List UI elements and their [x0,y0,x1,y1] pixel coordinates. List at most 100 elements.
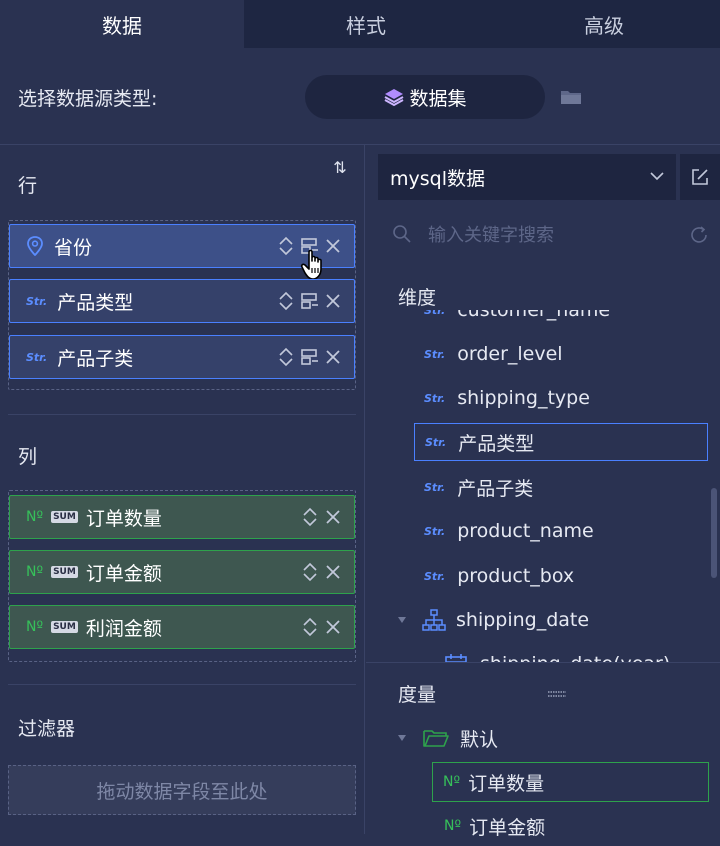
rows-title: 行 [18,175,38,197]
field-label: 订单数量 [85,507,162,530]
field-actions [276,336,342,378]
drop-placeholder: 拖动数据字段至此处 [96,780,268,803]
field-label: 省份 [54,236,93,259]
close-icon[interactable] [324,563,342,581]
number-type-icon: Nº [26,619,44,635]
tab-advanced[interactable]: 高级 [488,0,720,48]
sort-toggle-icon[interactable] [276,346,296,368]
list-item[interactable]: Str. 产品子类 [424,467,533,507]
list-item-hierarchy[interactable]: shipping_date [396,600,589,640]
field-label: 产品类型 [57,291,134,314]
close-icon[interactable] [324,348,342,366]
folder-icon [561,91,581,104]
list-item[interactable]: shipping_date(year) [444,644,670,662]
hierarchy-tree-icon [422,609,446,631]
list-item-selected[interactable]: Str. 产品类型 [414,423,708,461]
dimensions-scrollbar[interactable] [711,488,717,578]
layers-icon [384,89,404,107]
location-pin-icon [27,236,43,256]
dataset-select[interactable]: mysql数据 [378,154,676,200]
list-item[interactable]: Str. product_name [424,511,594,551]
columns-title: 列 [18,446,38,468]
search-placeholder: 输入关键字搜索 [428,225,554,246]
sort-toggle-icon[interactable] [300,561,320,583]
sort-toggle-icon[interactable] [276,235,296,257]
string-type-icon: Str. [424,391,446,405]
row-field-product-subtype[interactable]: Str. 产品子类 [9,335,355,379]
field-actions [300,496,342,538]
dimensions-list: Str. customer_name Str. order_level Str. sh… [366,310,720,662]
edit-icon [692,169,708,185]
dimension-label: shipping_type [457,387,590,409]
col-field-order-count[interactable]: Nº SUM 订单数量 [9,495,355,539]
measure-label: 订单金额 [469,816,546,839]
caret-down-icon[interactable] [396,733,408,743]
refresh-icon[interactable] [688,224,710,246]
source-type-label: 选择数据源类型: [18,88,158,110]
drag-handle-icon[interactable] [548,690,566,698]
tab-style-label: 样式 [346,13,386,38]
folder-source-button[interactable] [555,80,587,114]
list-item[interactable]: Str. product_box [424,556,574,596]
divider [8,414,356,415]
string-type-icon: Str. [424,569,446,583]
tab-advanced-label: 高级 [584,13,624,38]
string-type-icon: Str. [26,350,48,364]
list-item[interactable]: Str. shipping_type [424,378,590,418]
tab-style[interactable]: 样式 [244,0,488,48]
sum-aggregate-icon: SUM [51,566,78,578]
sort-icon[interactable]: ⇅ [330,157,350,177]
sum-aggregate-icon: SUM [51,621,78,633]
close-icon[interactable] [324,508,342,526]
hierarchy-icon[interactable] [300,347,320,367]
string-type-icon: Str. [425,435,447,449]
number-type-icon: Nº [444,818,462,834]
edit-dataset-button[interactable] [680,154,720,200]
close-icon[interactable] [324,618,342,636]
dataset-select-value: mysql数据 [390,167,485,190]
tab-data-label: 数据 [102,13,142,38]
dimension-label: customer_name [457,310,611,321]
sort-toggle-icon[interactable] [300,506,320,528]
list-item[interactable]: Nº 订单金额 [444,806,545,846]
chevron-down-icon [650,172,664,181]
dimension-label: 产品类型 [458,432,535,455]
string-type-icon: Str. [424,347,446,361]
field-label: 利润金额 [85,617,162,640]
list-item[interactable]: Str. customer_name [424,310,610,330]
dimension-label: order_level [457,343,563,365]
list-item-selected[interactable]: Nº 订单数量 [432,762,709,802]
measures-title: 度量 [398,684,437,706]
list-item[interactable]: Str. order_level [424,334,563,374]
hierarchy-icon[interactable] [300,291,320,311]
caret-down-icon[interactable] [396,615,408,625]
measure-folder-label: 默认 [460,728,499,751]
field-label: 产品子类 [57,347,134,370]
row-field-product-type[interactable]: Str. 产品类型 [9,279,355,323]
dataset-type-button[interactable]: 数据集 [305,75,545,119]
field-label: 订单金额 [85,562,162,585]
measure-folder[interactable]: 默认 [396,718,498,758]
field-search-input[interactable]: 输入关键字搜索 [378,212,720,256]
calendar-icon [445,654,467,662]
field-actions [276,280,342,322]
filters-title: 过滤器 [18,718,76,740]
string-type-icon: Str. [26,294,48,308]
divider [8,684,356,685]
tab-data[interactable]: 数据 [0,0,244,48]
measure-label: 订单数量 [468,772,545,795]
filters-drop-zone[interactable]: 拖动数据字段至此处 [8,765,356,815]
sort-toggle-icon[interactable] [300,616,320,638]
close-icon[interactable] [324,292,342,310]
number-type-icon: Nº [443,774,461,790]
sort-toggle-icon[interactable] [276,290,296,312]
divider [366,662,720,663]
dimension-label: product_name [457,520,594,542]
folder-open-icon [423,730,449,747]
dimension-label: 产品子类 [457,477,534,500]
col-field-order-amount[interactable]: Nº SUM 订单金额 [9,550,355,594]
col-field-profit-amount[interactable]: Nº SUM 利润金额 [9,605,355,649]
sum-aggregate-icon: SUM [51,511,78,523]
string-type-icon: Str. [424,480,446,494]
field-actions [300,551,342,593]
